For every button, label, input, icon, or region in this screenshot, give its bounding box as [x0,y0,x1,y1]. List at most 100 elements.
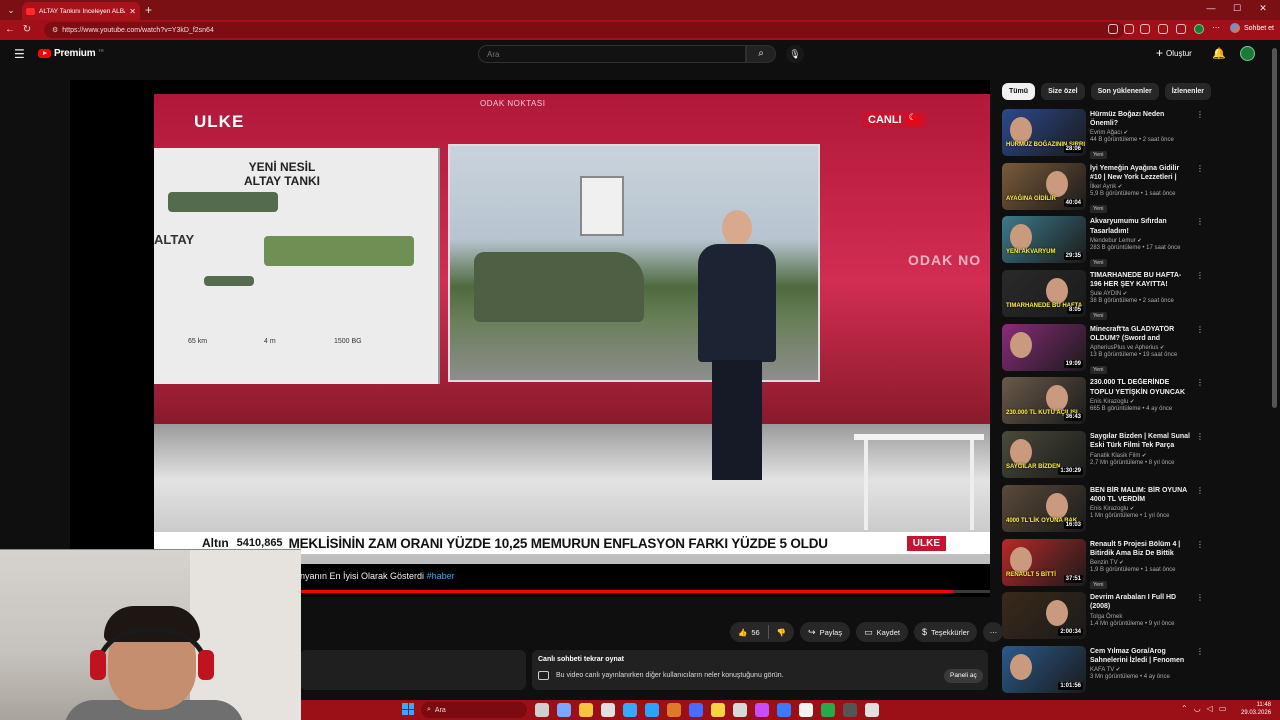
video-thumbnail[interactable]: RENAULT 5 BİTTİ 37:51 [1002,538,1086,586]
browser-menu-icon[interactable]: ⋯ [1212,24,1222,34]
recommendation-channel[interactable]: Enis Kirazoglu ✔ [1090,399,1190,405]
save-button[interactable]: ▭ Kaydet [856,622,908,642]
taskbar-clock[interactable]: 11:48 29.03.2026 [1241,701,1271,717]
recommendation-channel[interactable]: Enis Kirazoglu ✔ [1090,506,1190,512]
url-field[interactable]: ⚙ https://www.youtube.com/watch?v=Y3kD_f… [44,22,1124,38]
recommendation-item[interactable]: RENAULT 5 BİTTİ 37:51 Renault 5 Projesi Bö… [1002,538,1208,592]
recommendation-title[interactable]: BEN BİR MALIM: BİR OYUNA 4000 TL VERDİM [1090,486,1190,504]
recommendation-channel[interactable]: İlker Ayrık ✔ [1090,184,1190,190]
more-vertical-icon[interactable]: ⋮ [1196,593,1204,602]
share-button[interactable]: ↪ Paylaş [800,622,851,642]
recommendation-item[interactable]: TIMARHANEDE BU HAFTA 8:05 TIMARHANEDE BU H… [1002,269,1208,323]
recommendation-channel[interactable]: KAFA TV ✔ [1090,667,1190,673]
taskbar-app-icon[interactable] [821,703,835,717]
wifi-icon[interactable]: ◡ [1194,704,1201,713]
more-vertical-icon[interactable]: ⋮ [1196,378,1204,387]
recommendation-item[interactable]: 230.000 TL KUTU AÇILIŞI 36:43 230.000 TL D… [1002,376,1208,430]
open-chat-panel-button[interactable]: Paneli aç [944,669,983,683]
more-vertical-icon[interactable]: ⋮ [1196,271,1204,280]
back-icon[interactable]: ← [3,23,17,37]
recommendation-channel[interactable]: Benzin TV ✔ [1090,560,1190,566]
recommendation-item[interactable]: AYAĞINA GİDİLİR 40:04 İyi Yemeğin Ayağına … [1002,162,1208,216]
recommendation-channel[interactable]: Fanatik Klasik Film ✔ [1090,453,1190,459]
recommendation-title[interactable]: Cem Yılmaz Gora/Arog Sahnelerini İzledi … [1090,647,1190,665]
recommendation-channel[interactable]: ApheriusPlus ve Apherius ✔ [1090,345,1190,351]
video-thumbnail[interactable]: HÜRMÜZ BOĞAZININ SIRRI 28:06 [1002,109,1086,156]
reload-icon[interactable]: ↻ [20,23,34,37]
youtube-premium-logo[interactable]: Premium TR [38,48,104,59]
recommendation-title[interactable]: Renault 5 Projesi Bölüm 4 | Bitirdik Ama… [1090,540,1190,558]
voice-search-button[interactable]: 🎙 [786,45,804,63]
video-thumbnail[interactable]: YENİ AKVARYUM 29:35 [1002,216,1086,264]
volume-icon[interactable]: ◁ [1207,704,1213,713]
taskbar-app-icon[interactable] [865,703,879,717]
filter-chip[interactable]: Size özel [1041,83,1085,100]
minimize-icon[interactable]: — [1200,3,1222,13]
more-vertical-icon[interactable]: ⋮ [1196,164,1204,173]
dislike-button[interactable]: 👎 [769,622,794,642]
video-thumbnail[interactable]: 230.000 TL KUTU AÇILIŞI 36:43 [1002,377,1086,425]
video-thumbnail[interactable]: 4000 TL'LİK OYUNA BAK 16:03 [1002,484,1086,532]
taskbar-app-icon[interactable] [535,703,549,717]
more-vertical-icon[interactable]: ⋮ [1196,110,1204,119]
more-vertical-icon[interactable]: ⋮ [1196,325,1204,334]
windows-start-icon[interactable] [402,703,414,715]
page-scrollbar[interactable] [1270,40,1280,700]
recommendation-title[interactable]: 230.000 TL DEĞERİNDE TOPLU YETİŞKİN OYUN… [1090,378,1190,396]
taskbar-app-icon[interactable] [623,703,637,717]
recommendation-title[interactable]: Saygılar Bizden | Kemal Sunal Eski Türk … [1090,432,1190,450]
taskbar-search[interactable]: ⌕ Ara [421,702,527,718]
video-thumbnail[interactable]: 2:00:34 [1002,592,1086,640]
recommendation-title[interactable]: Minecraft'ta GLADYATÖR OLDUM? (Sword and… [1090,325,1190,343]
recommendation-title[interactable]: İyi Yemeğin Ayağına Gidilir #10 | New Yo… [1090,164,1190,182]
filter-chip[interactable]: Tümü [1002,83,1036,100]
taskbar-app-icon[interactable] [711,703,725,717]
close-tab-icon[interactable]: ✕ [129,7,136,16]
video-thumbnail[interactable]: SAYGILAR BİZDEN 1:30:29 [1002,431,1086,479]
recommendation-title[interactable]: Akvaryumumu Sıfırdan Tasarladım! [1090,217,1190,235]
search-input[interactable] [478,45,746,63]
like-button[interactable]: 👍 56 [730,622,768,642]
copilot-chat-button[interactable]: Sohbet et [1230,23,1274,33]
video-hashtag-link[interactable]: #haber [427,571,455,581]
recommendation-channel[interactable]: Evrim Ağacı ✔ [1090,130,1190,136]
recommendation-title[interactable]: Devrim Arabaları I Full HD (2008) [1090,593,1190,611]
guide-menu-icon[interactable]: ☰ [14,48,26,60]
taskbar-app-icon[interactable] [689,703,703,717]
recommendation-item[interactable]: YENİ AKVARYUM 29:35 Akvaryumumu Sıfırdan T… [1002,215,1208,269]
taskbar-app-icon[interactable] [733,703,747,717]
video-thumbnail[interactable]: AYAĞINA GİDİLİR 40:04 [1002,162,1086,210]
maximize-icon[interactable]: ☐ [1226,3,1248,14]
more-vertical-icon[interactable]: ⋮ [1196,540,1204,549]
bookmark-star-icon[interactable] [1124,24,1134,34]
taskbar-app-icon[interactable] [755,703,769,717]
taskbar-app-icon[interactable] [601,703,615,717]
split-screen-icon[interactable] [1158,24,1168,34]
video-player[interactable]: ULKE ODAK NOKTASI CANLI ODAK NO YENİ NES… [70,80,990,597]
account-avatar[interactable] [1240,46,1255,61]
taskbar-app-icon[interactable] [557,703,571,717]
recommendation-item[interactable]: HÜRMÜZ BOĞAZININ SIRRI 28:06 Hürmüz Boğazı… [1002,108,1208,162]
scrollbar-thumb[interactable] [1272,48,1277,408]
taskbar-app-icon[interactable] [777,703,791,717]
recommendation-item[interactable]: 4000 TL'LİK OYUNA BAK 16:03 BEN BİR MALIM:… [1002,484,1208,538]
battery-icon[interactable]: ▭ [1219,704,1227,713]
video-thumbnail[interactable]: 19:09 [1002,323,1086,371]
taskbar-app-icon[interactable] [645,703,659,717]
more-vertical-icon[interactable]: ⋮ [1196,647,1204,656]
video-thumbnail[interactable]: 1:01:56 [1002,645,1086,693]
site-info-icon[interactable]: ⚙ [52,26,58,34]
recommendation-item[interactable]: 2:00:34 Devrim Arabaları I Full HD (2008)… [1002,591,1208,645]
recommendation-item[interactable]: 1:01:56 Cem Yılmaz Gora/Arog Sahnelerini … [1002,645,1208,696]
recommendation-channel[interactable]: Şule AYDIN ✔ [1090,291,1190,297]
recommendation-channel[interactable]: Mendebur Lemur ✔ [1090,238,1190,244]
more-vertical-icon[interactable]: ⋮ [1196,432,1204,441]
more-vertical-icon[interactable]: ⋮ [1196,486,1204,495]
recommendation-title[interactable]: Hürmüz Boğazı Neden Önemli? [1090,110,1190,128]
taskbar-app-icon[interactable] [799,703,813,717]
taskbar-app-icon[interactable] [579,703,593,717]
extensions-icon[interactable] [1140,24,1150,34]
video-thumbnail[interactable]: TIMARHANEDE BU HAFTA 8:05 [1002,270,1086,318]
chevron-up-icon[interactable]: ⌃ [1181,704,1188,713]
recommendation-title[interactable]: TIMARHANEDE BU HAFTA- 196 HER ŞEY KAYITT… [1090,271,1190,289]
